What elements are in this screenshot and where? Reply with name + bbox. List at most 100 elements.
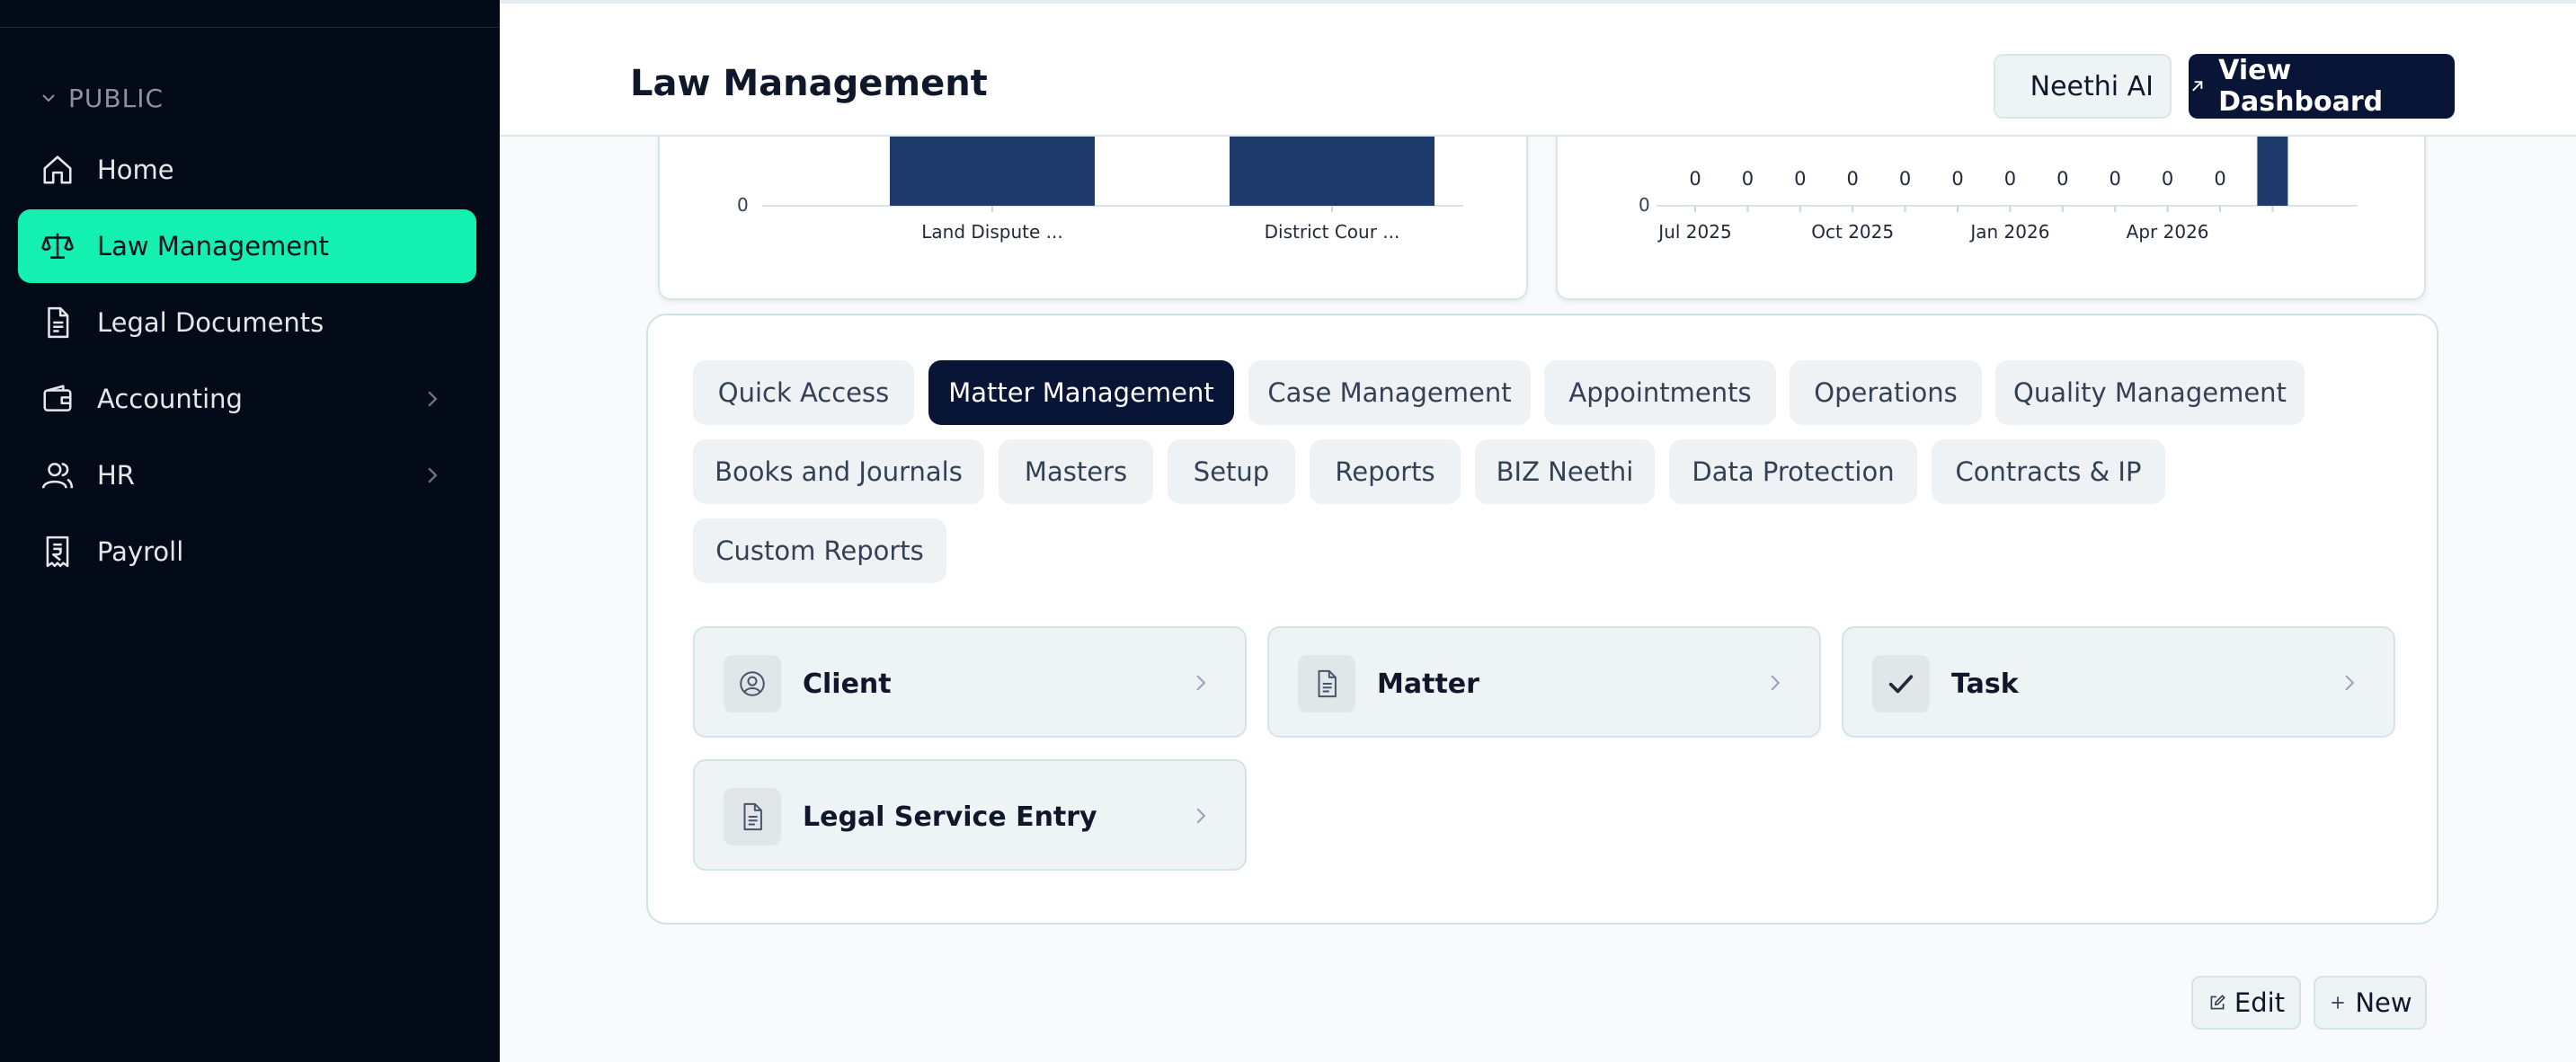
bar-chart-right: 0 0 0 0 0 0 0 0 0 0 0 0 Jul 2025 Oct 2025 Jan 2026 Apr… <box>1639 126 2358 243</box>
sidebar-item-label: Payroll <box>97 536 184 567</box>
tile-matter[interactable]: Matter <box>1267 626 1821 738</box>
edit-label: Edit <box>2234 987 2286 1018</box>
data-label: 0 <box>2162 168 2173 190</box>
chevron-right-icon <box>428 391 438 407</box>
bar-chart-left: 0 Land Dispute ... District Cour ... <box>737 126 1463 243</box>
document-icon <box>1298 655 1355 712</box>
x-tick-label: Jan 2026 <box>1968 221 2049 243</box>
chart-card-matters-by-type: 0 Land Dispute ... District Cour ... <box>658 126 1528 300</box>
tab-label: Setup <box>1193 456 1270 487</box>
view-dashboard-label: View Dashboard <box>2218 55 2384 118</box>
view-dashboard-button[interactable]: View Dashboard <box>2189 54 2455 119</box>
tab-quality-management[interactable]: Quality Management <box>1995 360 2305 425</box>
module-panel: Quick Access Matter Management Case Mana… <box>646 314 2438 925</box>
tab-label: Masters <box>1024 456 1128 487</box>
sidebar-item-label: HR <box>97 460 135 491</box>
tab-label: Matter Management <box>948 377 1214 408</box>
chevron-right-icon <box>428 467 438 483</box>
new-label: New <box>2355 987 2412 1018</box>
tab-reports[interactable]: Reports <box>1310 439 1461 504</box>
tile-label: Client <box>803 668 892 700</box>
wallet-icon <box>40 381 76 417</box>
tab-label: Case Management <box>1267 377 1512 408</box>
sidebar-item-label: Legal Documents <box>97 307 324 338</box>
sidebar-item-hr[interactable]: HR <box>18 438 476 512</box>
tab-matter-management[interactable]: Matter Management <box>928 360 1234 425</box>
y-tick-zero: 0 <box>737 194 749 216</box>
data-label: 0 <box>1689 168 1701 190</box>
chart-bar[interactable] <box>2257 126 2288 206</box>
x-tick-label: Jul 2025 <box>1657 221 1731 243</box>
sidebar-item-payroll[interactable]: Payroll <box>18 515 476 589</box>
data-label: 0 <box>1847 168 1859 190</box>
neethi-ai-button[interactable]: Neethi AI <box>1994 54 2172 119</box>
tab-case-management[interactable]: Case Management <box>1248 360 1531 425</box>
tab-masters[interactable]: Masters <box>999 439 1153 504</box>
sidebar-section-public[interactable]: PUBLIC <box>40 83 164 113</box>
new-button[interactable]: New <box>2314 976 2427 1030</box>
document-icon <box>40 305 76 341</box>
x-tick-label: Land Dispute ... <box>921 221 1062 243</box>
chevron-right-icon <box>1196 808 1206 824</box>
tab-appointments[interactable]: Appointments <box>1544 360 1776 425</box>
tab-biz-neethi[interactable]: BIZ Neethi <box>1475 439 1655 504</box>
sidebar-item-legal-documents[interactable]: Legal Documents <box>18 286 476 359</box>
sidebar-item-home[interactable]: Home <box>18 133 476 207</box>
tab-setup[interactable]: Setup <box>1168 439 1295 504</box>
x-tick-label: District Cour ... <box>1265 221 1400 243</box>
main-content: 0 Land Dispute ... District Cour ... 0 00… <box>500 0 2576 1062</box>
arrow-up-right-icon <box>2192 81 2203 92</box>
users-icon <box>40 457 76 493</box>
sidebar-divider <box>0 27 500 28</box>
tab-contracts-ip[interactable]: Contracts & IP <box>1932 439 2165 504</box>
tab-books-and-journals[interactable]: Books and Journals <box>693 439 984 504</box>
sidebar-item-label: Home <box>97 155 174 185</box>
tab-data-protection[interactable]: Data Protection <box>1669 439 1917 504</box>
tile-task[interactable]: Task <box>1842 626 2395 738</box>
edit-button[interactable]: Edit <box>2191 976 2301 1030</box>
chart-bar[interactable] <box>890 126 1095 206</box>
data-label: 0 <box>2110 168 2121 190</box>
page-title: Law Management <box>630 63 988 104</box>
sidebar-item-label: Law Management <box>97 231 329 261</box>
tab-label: BIZ Neethi <box>1496 456 1634 487</box>
receipt-icon <box>40 534 76 570</box>
y-tick-zero: 0 <box>1639 194 1650 216</box>
tab-label: Books and Journals <box>715 456 963 487</box>
chevron-right-icon <box>1771 675 1781 691</box>
data-label: 0 <box>2214 168 2225 190</box>
data-label: 0 <box>1899 168 1911 190</box>
home-icon <box>40 152 76 188</box>
x-tick-label: Oct 2025 <box>1811 221 1894 243</box>
tab-quick-access[interactable]: Quick Access <box>693 360 914 425</box>
x-tick-label: Apr 2026 <box>2127 221 2209 243</box>
data-label: 0 <box>1742 168 1754 190</box>
tab-label: Reports <box>1335 456 1435 487</box>
chart-bar[interactable] <box>1230 126 1435 206</box>
tile-label: Task <box>1951 668 2019 700</box>
chevron-right-icon <box>1196 675 1206 691</box>
tab-operations[interactable]: Operations <box>1790 360 1982 425</box>
tab-label: Quality Management <box>2013 377 2287 408</box>
page-header: Law Management Neethi AI View Dashboard <box>500 0 2576 137</box>
sidebar-item-label: Accounting <box>97 384 243 414</box>
sidebar-section-label: PUBLIC <box>68 83 164 113</box>
tab-label: Operations <box>1814 377 1958 408</box>
chevron-down-icon <box>42 94 55 102</box>
data-label: 0 <box>2056 168 2068 190</box>
tile-client[interactable]: Client <box>693 626 1247 738</box>
edit-icon <box>2210 995 2225 1010</box>
tab-label: Quick Access <box>717 377 890 408</box>
data-label: 0 <box>2004 168 2016 190</box>
tile-label: Matter <box>1377 668 1479 700</box>
document-icon <box>724 788 781 845</box>
chart-card-matters-over-time: 0 0 0 0 0 0 0 0 0 0 0 0 Jul 2025 Oct 2025 Jan 2026 Apr… <box>1556 126 2426 300</box>
sidebar-item-accounting[interactable]: Accounting <box>18 362 476 436</box>
chevron-right-icon <box>2345 675 2355 691</box>
sidebar-item-law-management[interactable]: Law Management <box>18 209 476 283</box>
tile-legal-service-entry[interactable]: Legal Service Entry <box>693 759 1247 871</box>
tab-label: Appointments <box>1568 377 1752 408</box>
check-icon <box>1872 655 1930 712</box>
tab-custom-reports[interactable]: Custom Reports <box>693 518 946 583</box>
user-circle-icon <box>724 655 781 712</box>
